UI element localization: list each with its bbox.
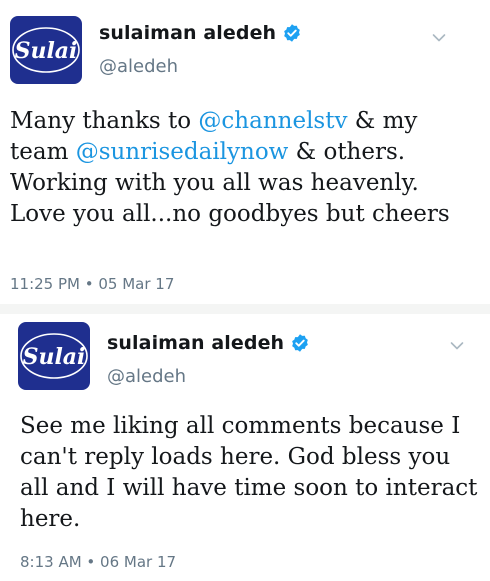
- chevron-down-icon[interactable]: [432, 28, 446, 42]
- mention-link[interactable]: @channelstv: [198, 108, 347, 134]
- avatar[interactable]: Sulai: [10, 16, 82, 84]
- tweet-card[interactable]: Sulai sulaiman aledeh @aledeh Many thank…: [0, 0, 472, 304]
- tweet-timestamp[interactable]: 11:25 PM • 05 Mar 17: [10, 275, 174, 293]
- tweet-text: Many thanks to @channelstv & my team @su…: [10, 106, 470, 230]
- verified-badge-icon: [290, 333, 310, 353]
- tweet-card[interactable]: Sulai sulaiman aledeh @aledeh See me lik…: [8, 314, 482, 581]
- user-handle[interactable]: @aledeh: [107, 366, 186, 387]
- display-name[interactable]: sulaiman aledeh: [107, 332, 284, 354]
- tweet-separator: [0, 304, 490, 314]
- author-row[interactable]: sulaiman aledeh: [99, 22, 302, 44]
- tweet-text: See me liking all comments because I can…: [20, 413, 478, 532]
- author-row[interactable]: sulaiman aledeh: [107, 332, 310, 354]
- verified-badge-icon: [282, 23, 302, 43]
- avatar[interactable]: Sulai: [18, 322, 90, 390]
- tweet-text-segment: Many thanks to: [10, 108, 199, 134]
- user-handle[interactable]: @aledeh: [99, 56, 178, 77]
- mention-link[interactable]: @sunrisedailynow: [76, 139, 289, 165]
- display-name[interactable]: sulaiman aledeh: [99, 22, 276, 44]
- avatar-logo-text: Sulai: [15, 38, 78, 64]
- chevron-down-icon[interactable]: [450, 336, 464, 350]
- avatar-logo-text: Sulai: [23, 344, 86, 370]
- tweet-timestamp[interactable]: 8:13 AM • 06 Mar 17: [20, 553, 176, 571]
